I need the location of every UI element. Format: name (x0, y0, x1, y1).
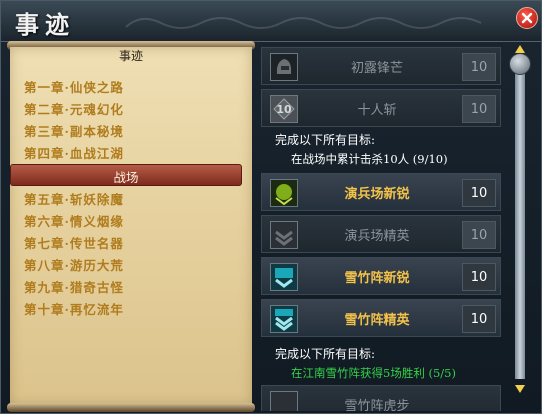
scrollbar-thumb[interactable] (509, 53, 531, 75)
goal-title: 完成以下所有目标: (275, 133, 376, 147)
chapter-item-2[interactable]: 第二章·元魂幻化 (24, 99, 124, 118)
helmet-icon (270, 53, 298, 81)
achievement-list: 初露锋芒 10 10 十人斩 10 完成以下所有目标: 在战场中累计击杀10人 … (261, 47, 509, 411)
chapter-item-6[interactable]: 第六章·情义烟缘 (24, 211, 124, 230)
achievements-window: 事迹 事迹 第一章·仙侠之路 第二章·元魂幻化 第三章·副本秘境 第四章·血战江… (0, 0, 542, 414)
achievement-points: 10 (462, 95, 496, 123)
achievement-name: 雪竹阵虎步 (344, 399, 410, 411)
svg-text:10: 10 (276, 103, 292, 116)
close-icon (521, 12, 533, 24)
achievement-row[interactable]: 演兵场新锐 10 (261, 173, 501, 211)
chapter-item-8[interactable]: 第八章·游历大荒 (24, 255, 124, 274)
goal-progress: 在战场中累计击杀10人 (9/10) (291, 152, 448, 166)
window-title: 事迹 (15, 10, 75, 39)
green-rank-icon (270, 179, 298, 207)
achievement-name: 雪竹阵精英 (344, 313, 410, 328)
cloud-pattern-icon (125, 17, 482, 29)
achievement-points: 10 (462, 53, 496, 81)
achievement-row[interactable]: 雪竹阵新锐 10 (261, 257, 501, 295)
blue-rank-double-icon (270, 305, 298, 333)
achievement-points: 10 (462, 263, 496, 291)
scroll-header: 事迹 (118, 49, 143, 63)
goal-progress: 在江南雪竹阵获得5场胜利 (5/5) (291, 366, 456, 380)
achievement-name: 演兵场新锐 (344, 187, 410, 202)
scrollbar-track[interactable] (515, 69, 525, 379)
achievement-name: 演兵场精英 (344, 229, 410, 244)
achievement-name: 初露锋芒 (350, 61, 403, 76)
achievement-row[interactable]: 初露锋芒 10 (261, 47, 501, 85)
gray-rank-icon (270, 391, 298, 411)
chapter-item-5[interactable]: 第五章·斩妖除魔 (24, 189, 124, 208)
ten-kills-icon: 10 (270, 95, 298, 123)
goal-title: 完成以下所有目标: (275, 347, 376, 361)
chapter-item-1[interactable]: 第一章·仙侠之路 (24, 77, 124, 96)
achievement-points: 10 (462, 305, 496, 333)
achievement-name: 雪竹阵新锐 (344, 271, 410, 286)
chapter-item-7[interactable]: 第七章·传世名器 (24, 233, 124, 252)
achievement-points: 10 (462, 179, 496, 207)
scroll-down-arrow-icon[interactable] (514, 383, 526, 395)
close-button[interactable] (516, 7, 538, 29)
achievement-row[interactable]: 雪竹阵精英 10 (261, 299, 501, 337)
achievement-row[interactable]: 10 十人斩 10 (261, 89, 501, 127)
title-bar[interactable]: 事迹 (1, 1, 541, 42)
selected-category-label: 战场 (113, 170, 139, 185)
chapter-scroll: 事迹 第一章·仙侠之路 第二章·元魂幻化 第三章·副本秘境 第四章·血战江湖 战… (10, 47, 252, 405)
blue-rank-icon (270, 263, 298, 291)
achievement-points: 10 (462, 221, 496, 249)
achievement-row[interactable]: 演兵场精英 10 (261, 215, 501, 253)
chapter-item-3[interactable]: 第三章·副本秘境 (24, 121, 124, 140)
chapter-item-4[interactable]: 第四章·血战江湖 (24, 143, 124, 162)
achievement-row[interactable]: 雪竹阵虎步 (261, 385, 501, 411)
achievement-name: 十人斩 (357, 103, 397, 118)
chapter-item-10[interactable]: 第十章·再忆流年 (24, 299, 124, 318)
gray-rank-icon (270, 221, 298, 249)
selected-category[interactable]: 战场 (10, 164, 242, 186)
scroll-rod-bottom (7, 403, 255, 412)
chapter-item-9[interactable]: 第九章·猎奇古怪 (24, 277, 124, 296)
